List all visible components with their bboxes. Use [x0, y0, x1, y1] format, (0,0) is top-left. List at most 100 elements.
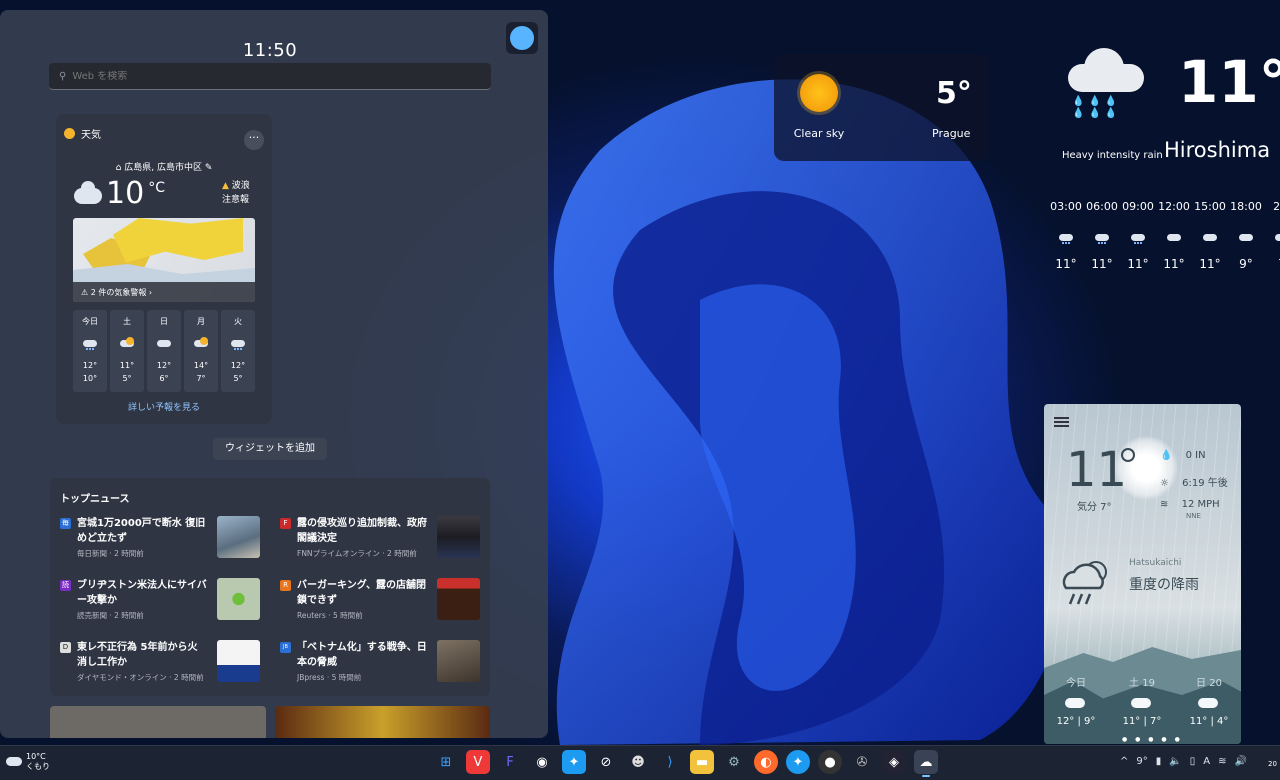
profile-avatar[interactable]	[506, 22, 538, 54]
menu-icon[interactable]	[1054, 417, 1069, 427]
prague-condition: Clear sky	[793, 127, 845, 140]
daily-forecast: 今日 12° 10° 土 11° 5° 日 12° 6° 月 14° 7° 火 12° 5°	[73, 310, 255, 392]
news-item[interactable]: 毎 宮城1万2000戸で断水 復旧めど立たず 毎日新聞 · 2 時間前	[60, 516, 270, 566]
search-icon: ⚲	[59, 70, 67, 82]
rainmeter-icon[interactable]: ☁	[914, 750, 938, 777]
news-thumbnail	[217, 578, 260, 620]
volume-icon[interactable]: 🔊	[1234, 756, 1246, 767]
day-name: 月	[197, 317, 205, 326]
file-explorer-icon[interactable]: ▬	[690, 750, 714, 774]
circle-app-icon[interactable]: ⊘	[594, 750, 618, 774]
puzzle-app-icon[interactable]: ✇	[850, 750, 874, 774]
hour-temp: 11°	[1199, 257, 1221, 271]
degree-icon	[1121, 448, 1135, 462]
forecast-day[interactable]: 日 12° 6°	[147, 310, 181, 392]
davinci-icon[interactable]: ◈	[882, 750, 906, 774]
day-name: 土	[123, 317, 131, 326]
chevron-up-icon[interactable]: ^	[1120, 756, 1128, 767]
publisher-logo-icon: JB	[280, 642, 291, 653]
day-low: 5°	[122, 374, 132, 383]
news-item[interactable]: D 東レ不正行為 5年前から火消し工作か ダイヤモンド・オンライン · 2 時間…	[60, 640, 270, 690]
wind-icon: ≋	[1160, 499, 1169, 510]
firefox-icon[interactable]: ◐	[754, 750, 778, 774]
vscode-icon[interactable]: ⟩	[658, 750, 682, 774]
news-item[interactable]: JB 「ベトナム化」する戦争、日本の脅威 JBpress · 5 時間前	[280, 640, 490, 690]
app-icon[interactable]: ☻	[626, 750, 650, 774]
sun-icon	[800, 74, 838, 112]
day-name: 今日	[82, 317, 98, 326]
tray-weather-temp[interactable]: 9°	[1136, 756, 1147, 767]
battery-icon[interactable]: ▯	[1190, 756, 1196, 767]
news-title: ブリヂストン米法人にサイバー攻撃か	[77, 580, 207, 606]
vivaldi-icon[interactable]: V	[466, 750, 490, 774]
settings-icon[interactable]: ⚙	[722, 750, 746, 774]
news-source: JBpress · 5 時間前	[297, 673, 362, 682]
more-options-button[interactable]: ···	[244, 130, 264, 150]
sun-cloud-icon	[193, 337, 209, 351]
hatsukaichi-condition: 重度の降雨	[1129, 577, 1199, 593]
usb-icon[interactable]: ▮	[1156, 756, 1162, 767]
rain-icon	[1094, 231, 1110, 245]
cloud-icon	[6, 757, 22, 766]
hour-column: 06:00 11°	[1082, 200, 1122, 271]
forecast-day[interactable]: 月 14° 7°	[184, 310, 218, 392]
news-title: 東レ不正行為 5年前から火消し工作か	[77, 642, 198, 668]
news-thumbnail	[217, 640, 260, 682]
weather-alert-bar[interactable]: ⚠ 2 件の気象警報 ›	[73, 282, 255, 302]
feedly-icon[interactable]: F	[498, 750, 522, 774]
weather-location[interactable]: ⌂ 広島県, 広島市中区 ✎	[56, 160, 272, 173]
twitter-alt-icon[interactable]: ✦	[786, 750, 810, 774]
forecast-day[interactable]: 今日 12° 10°	[73, 310, 107, 392]
taskbar-weather-button[interactable]: 10°C くもり	[6, 752, 50, 772]
rain-icon	[82, 337, 98, 351]
taskbar-clock[interactable]: 20	[1268, 760, 1277, 768]
sun-cloud-icon	[119, 337, 135, 351]
news-tile-right[interactable]	[275, 706, 490, 738]
twitter-icon[interactable]: ✦	[562, 750, 586, 774]
news-title: 「ベトナム化」する戦争、日本の脅威	[297, 642, 427, 668]
speaker-icon[interactable]: 🔈	[1169, 756, 1181, 767]
hour-column: 18:00 9°	[1226, 200, 1266, 271]
news-tile-left[interactable]	[50, 706, 266, 738]
wifi-icon[interactable]: ≋	[1218, 756, 1226, 767]
hatsukaichi-temperature: 11	[1066, 442, 1128, 498]
avatar-icon	[510, 26, 534, 50]
hiroshima-condition: Heavy intensity rain	[1062, 150, 1163, 161]
weather-widget-header: 天気	[64, 126, 101, 141]
wind-row: ≋ 12 MPH	[1160, 499, 1220, 510]
search-input[interactable]	[72, 70, 453, 82]
detailed-forecast-link[interactable]: 詳しい予報を見る	[56, 400, 272, 413]
rain-icon	[1058, 231, 1074, 245]
weather-widget[interactable]: 天気 ··· ⌂ 広島県, 広島市中区 ✎ 10 °C ▲ 波浪 注意報 ⚠ 2…	[56, 114, 272, 424]
widgets-panel: 11:50 ⚲ 天気 ··· ⌂ 広島県, 広島市中区 ✎ 10 °C ▲ 波浪…	[0, 10, 548, 738]
web-search-box[interactable]: ⚲	[49, 63, 491, 90]
news-item[interactable]: 読 ブリヂストン米法人にサイバー攻撃か 読売新聞 · 2 時間前	[60, 578, 270, 628]
hour-temp: 11°	[1091, 257, 1113, 271]
weather-map[interactable]: ⚠ 2 件の気象警報 ›	[73, 218, 255, 302]
page-dots[interactable]: ● ● ● ● ●	[1122, 736, 1183, 743]
publisher-logo-icon: 読	[60, 580, 71, 591]
sunset-row: ☼ 6:19 午後	[1160, 474, 1228, 489]
vivaldi-alt-icon[interactable]: ◉	[530, 750, 554, 774]
hour-time: 06:00	[1086, 200, 1118, 213]
prague-temperature: 5°	[936, 76, 972, 111]
forecast-day[interactable]: 土 11° 5°	[110, 310, 144, 392]
dark-app-icon[interactable]: ●	[818, 750, 842, 774]
ime-icon[interactable]: A	[1203, 756, 1210, 767]
news-source: 読売新聞 · 2 時間前	[77, 611, 144, 620]
add-widget-button[interactable]: ウィジェットを追加	[213, 438, 327, 460]
wave-advisory[interactable]: ▲ 波浪 注意報	[222, 179, 250, 207]
day-name: 火	[234, 317, 242, 326]
news-source: Reuters · 5 時間前	[297, 611, 363, 620]
forecast-day[interactable]: 火 12° 5°	[221, 310, 255, 392]
news-source: ダイヤモンド・オンライン · 2 時間前	[77, 673, 204, 682]
prague-weather-widget: Clear sky 5° Prague	[774, 54, 990, 161]
cloud-icon	[1202, 231, 1218, 245]
news-thumbnail	[437, 640, 480, 682]
news-item[interactable]: F 露の侵攻巡り追加制裁、政府閣議決定 FNNプライムオンライン · 2 時間前	[280, 516, 490, 566]
day-range: 11° | 4°	[1189, 716, 1229, 727]
alert-text: 2 件の気象警報	[90, 288, 147, 297]
hiroshima-city: Hiroshima	[1164, 138, 1271, 162]
news-item[interactable]: R バーガーキング、露の店舗閉鎖できず Reuters · 5 時間前	[280, 578, 490, 628]
windows-start-icon[interactable]: ⊞	[434, 750, 458, 774]
